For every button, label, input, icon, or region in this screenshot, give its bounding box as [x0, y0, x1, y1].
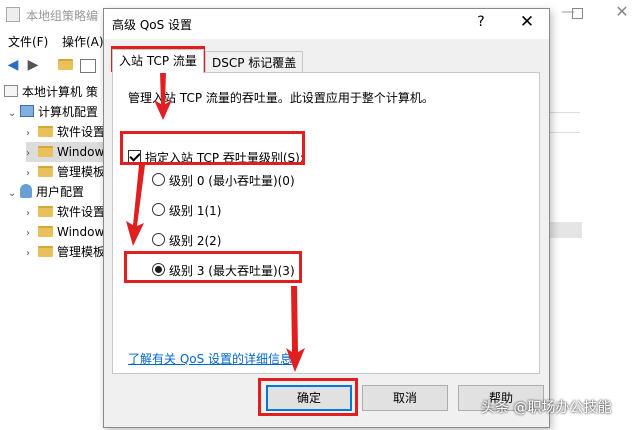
- back-arrow-icon[interactable]: ◀: [4, 57, 22, 74]
- user-icon: [20, 184, 32, 198]
- folder-icon: [38, 166, 53, 177]
- tree-item-user-software-settings[interactable]: › 软件设置: [26, 202, 105, 222]
- details-selected-row[interactable]: [548, 222, 582, 238]
- folder-icon: [38, 206, 53, 217]
- chevron-down-icon[interactable]: ⌄: [8, 104, 20, 124]
- level-0-label[interactable]: 级别 0 (最小吞吐量)(0): [169, 172, 295, 189]
- tree-item-user-config[interactable]: ⌄ 用户配置: [8, 182, 84, 202]
- folder-icon: [38, 126, 53, 137]
- details-pane: [548, 82, 643, 430]
- dialog-titlebar: 高级 QoS 设置 ? ✕: [104, 9, 549, 39]
- tab-inbound-tcp[interactable]: 入站 TCP 流量: [112, 49, 204, 73]
- tree-item-user-windows-settings[interactable]: › Window: [26, 222, 104, 242]
- level-1-radio[interactable]: [152, 203, 165, 216]
- forward-arrow-icon[interactable]: ▶: [24, 57, 42, 74]
- advanced-qos-dialog: 高级 QoS 设置 ? ✕ 入站 TCP 流量 DSCP 标记覆盖 管理入站 T…: [103, 8, 550, 428]
- watermark: 头条 @职场办公技能: [481, 400, 612, 416]
- tab-dscp-override[interactable]: DSCP 标记覆盖: [205, 51, 303, 72]
- tree-item-user-admin-templates[interactable]: › 管理模板: [26, 242, 105, 262]
- details-divider: [550, 132, 580, 133]
- policy-icon: [4, 85, 18, 97]
- chevron-right-icon[interactable]: ›: [26, 144, 38, 164]
- policy-app-icon: [6, 7, 20, 22]
- description-text: 管理入站 TCP 流量的吞吐量。此设置应用于整个计算机。: [128, 91, 434, 105]
- tree-item-admin-templates[interactable]: › 管理模板: [26, 162, 105, 182]
- level-2-radio[interactable]: [152, 233, 165, 246]
- learn-more-link[interactable]: 了解有关 QoS 设置的详细信息: [128, 350, 292, 367]
- chevron-right-icon[interactable]: ›: [26, 244, 38, 264]
- show-hide-tree-icon[interactable]: [80, 59, 96, 73]
- tree-item-computer-config[interactable]: ⌄ 计算机配置: [8, 102, 98, 122]
- level-0-radio[interactable]: [152, 173, 165, 186]
- annotation-box-level-3: [124, 251, 302, 283]
- tree-item-root[interactable]: 本地计算机 策: [4, 82, 98, 102]
- help-icon[interactable]: ?: [471, 14, 491, 30]
- chevron-right-icon[interactable]: ›: [26, 164, 38, 184]
- chevron-down-icon[interactable]: ⌄: [8, 184, 20, 204]
- annotation-box-checkbox: [120, 131, 305, 165]
- menu-action[interactable]: 操作(A): [62, 33, 104, 50]
- tab-panel-inbound-tcp: 管理入站 TCP 流量的吞吐量。此设置应用于整个计算机。 指定入站 TCP 吞吐…: [112, 72, 540, 374]
- console-tree: 本地计算机 策 ⌄ 计算机配置 › 软件设置 › Window › 管理模板 ⌄ 用户配置…: [0, 82, 110, 430]
- chevron-right-icon[interactable]: ›: [26, 124, 38, 144]
- chevron-right-icon[interactable]: ›: [26, 204, 38, 224]
- maximize-icon[interactable]: [572, 8, 583, 19]
- tree-item-software-settings[interactable]: › 软件设置: [26, 122, 105, 142]
- close-icon[interactable]: ✕: [514, 12, 540, 32]
- computer-icon: [20, 105, 34, 117]
- level-1-label[interactable]: 级别 1(1): [169, 202, 221, 219]
- chevron-right-icon[interactable]: ›: [26, 224, 38, 244]
- dialog-title: 高级 QoS 设置: [112, 18, 193, 32]
- level-2-label[interactable]: 级别 2(2): [169, 232, 221, 249]
- folder-icon: [38, 246, 53, 257]
- cancel-button[interactable]: 取消: [362, 385, 448, 411]
- folder-icon: [38, 146, 53, 157]
- menu-file[interactable]: 文件(F): [8, 33, 48, 50]
- up-folder-icon[interactable]: [56, 57, 74, 74]
- folder-icon: [38, 226, 53, 237]
- tree-item-windows-settings[interactable]: › Window: [26, 142, 109, 164]
- close-icon[interactable]: ✕: [607, 2, 637, 24]
- annotation-box-ok: [258, 378, 358, 416]
- background-window-title: 本地组策略编: [26, 9, 99, 23]
- details-divider: [550, 112, 580, 113]
